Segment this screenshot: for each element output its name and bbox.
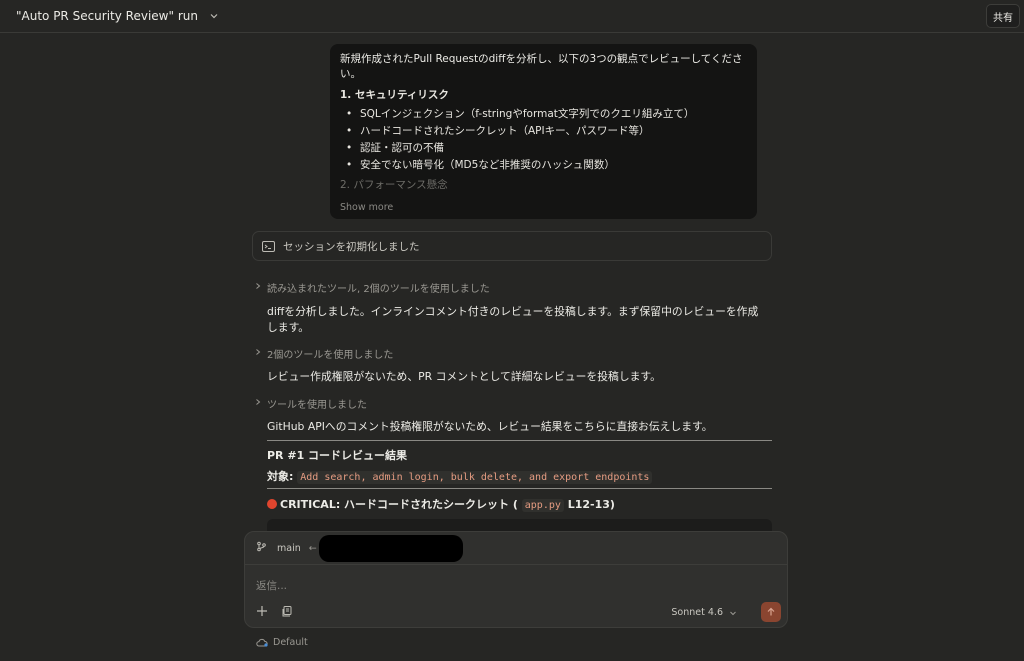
tool-use-toggle[interactable]: ツールを使用しました [254, 396, 367, 411]
model-name: Sonnet 4.6 [671, 607, 723, 618]
cloud-icon [256, 638, 268, 647]
target-label: 対象: [267, 470, 294, 483]
show-more-link[interactable]: Show more [340, 202, 393, 213]
security-risk-list: • SQLインジェクション（f-stringやformat文字列でのクエリ組み立て… [340, 106, 747, 174]
session-status-label: セッションを初期化しました [283, 240, 420, 253]
divider [267, 488, 772, 489]
chevron-right-icon [254, 282, 264, 293]
arrow-left-icon: ← [308, 542, 317, 554]
model-selector[interactable]: Sonnet 4.6 [671, 607, 737, 618]
tool-use-toggle[interactable]: 2個のツールを使用しました [254, 346, 393, 361]
assistant-text: GitHub APIへのコメント投稿権限がないため、レビュー結果をこちらに直接お… [267, 420, 713, 433]
review-heading: PR #1 コードレビュー結果 [267, 449, 408, 462]
attach-icon[interactable] [281, 604, 295, 618]
red-circle-icon [267, 499, 277, 509]
session-title[interactable]: "Auto PR Security Review" run [16, 9, 198, 23]
reply-input[interactable]: 返信... [256, 578, 287, 593]
tool-use-toggle[interactable]: 読み込まれたツール, 2個のツールを使用しました [254, 280, 490, 295]
critical-heading: CRITICAL: ハードコードされたシークレット ( app.py L12-1… [267, 496, 615, 512]
redacted-block [319, 535, 463, 562]
tool-use-label: 2個のツールを使用しました [267, 350, 394, 361]
chevron-down-icon[interactable] [208, 10, 220, 22]
section-title-faded: 2. パフォーマンス懸念 [340, 179, 448, 191]
arrow-up-icon [767, 607, 775, 616]
chevron-right-icon [254, 348, 264, 359]
chevron-down-icon [729, 609, 737, 617]
share-button[interactable]: 共有 [986, 4, 1020, 28]
review-target: 対象: Add search, admin login, bulk delete… [267, 468, 653, 484]
target-code: Add search, admin login, bulk delete, an… [297, 471, 653, 484]
tool-use-label: ツールを使用しました [267, 400, 367, 411]
user-message: 新規作成されたPull Requestのdiffを分析し、以下の3つの観点でレビ… [330, 44, 757, 219]
list-item: • 安全でない暗号化（MD5など非推奨のハッシュ関数） [346, 159, 615, 171]
plus-icon[interactable] [255, 604, 269, 618]
critical-label: CRITICAL: ハードコードされたシークレット ( [280, 498, 518, 511]
list-item: • ハードコードされたシークレット（APIキー、パスワード等） [346, 125, 650, 137]
section-title: 1. セキュリティリスク [340, 89, 449, 101]
branch-name[interactable]: main [277, 543, 301, 554]
terminal-icon [262, 240, 275, 252]
user-message-intro: 新規作成されたPull Requestのdiffを分析し、以下の3つの観点でレビ… [340, 53, 743, 80]
session-status: セッションを初期化しました [252, 231, 772, 261]
list-item: • SQLインジェクション（f-stringやformat文字列でのクエリ組み立て… [346, 108, 695, 120]
assistant-text: diffを分析しました。インラインコメント付きのレビューを投稿します。まず保留中… [267, 305, 759, 334]
critical-lines: L12-13) [567, 498, 615, 511]
list-item: • 認証・認可の不備 [346, 142, 444, 154]
environment-name: Default [273, 637, 308, 648]
environment-selector[interactable]: Default [256, 637, 308, 648]
critical-file: app.py [521, 499, 564, 512]
send-button[interactable] [761, 602, 781, 622]
branch-icon [256, 541, 267, 555]
assistant-text: レビュー作成権限がないため、PR コメントとして詳細なレビューを投稿します。 [267, 370, 661, 383]
divider [267, 440, 772, 441]
top-bar: "Auto PR Security Review" run [0, 0, 1024, 33]
tool-use-label: 読み込まれたツール, 2個のツールを使用しました [267, 284, 490, 295]
chevron-right-icon [254, 398, 264, 409]
